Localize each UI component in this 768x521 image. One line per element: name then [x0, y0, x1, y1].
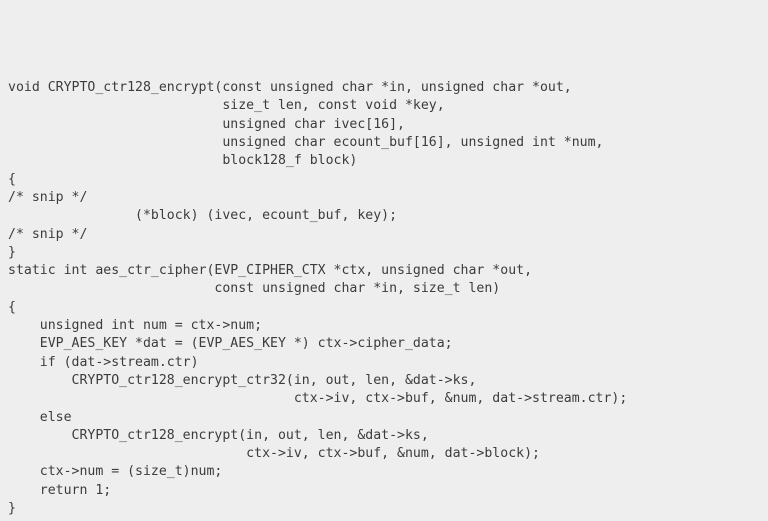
- code-line: unsigned int num = ctx->num;: [8, 317, 760, 335]
- code-line: {: [8, 299, 760, 317]
- code-line: /* snip */: [8, 226, 760, 244]
- code-line: static int aes_ctr_cipher(EVP_CIPHER_CTX…: [8, 262, 760, 280]
- code-line: unsigned char ivec[16],: [8, 116, 760, 134]
- code-block: void CRYPTO_ctr128_encrypt(const unsigne…: [8, 79, 760, 518]
- code-line: else: [8, 409, 760, 427]
- code-line: unsigned char ecount_buf[16], unsigned i…: [8, 134, 760, 152]
- code-line: size_t len, const void *key,: [8, 97, 760, 115]
- code-line: CRYPTO_ctr128_encrypt(in, out, len, &dat…: [8, 427, 760, 445]
- code-line: if (dat->stream.ctr): [8, 354, 760, 372]
- code-line: ctx->num = (size_t)num;: [8, 463, 760, 481]
- code-line: block128_f block): [8, 152, 760, 170]
- code-line: {: [8, 171, 760, 189]
- code-line: CRYPTO_ctr128_encrypt_ctr32(in, out, len…: [8, 372, 760, 390]
- code-line: void CRYPTO_ctr128_encrypt(const unsigne…: [8, 79, 760, 97]
- code-line: ctx->iv, ctx->buf, &num, dat->stream.ctr…: [8, 390, 760, 408]
- code-line: (*block) (ivec, ecount_buf, key);: [8, 207, 760, 225]
- code-line: const unsigned char *in, size_t len): [8, 280, 760, 298]
- code-line: return 1;: [8, 482, 760, 500]
- code-line: EVP_AES_KEY *dat = (EVP_AES_KEY *) ctx->…: [8, 335, 760, 353]
- code-line: }: [8, 244, 760, 262]
- code-line: }: [8, 500, 760, 518]
- code-line: /* snip */: [8, 189, 760, 207]
- code-line: ctx->iv, ctx->buf, &num, dat->block);: [8, 445, 760, 463]
